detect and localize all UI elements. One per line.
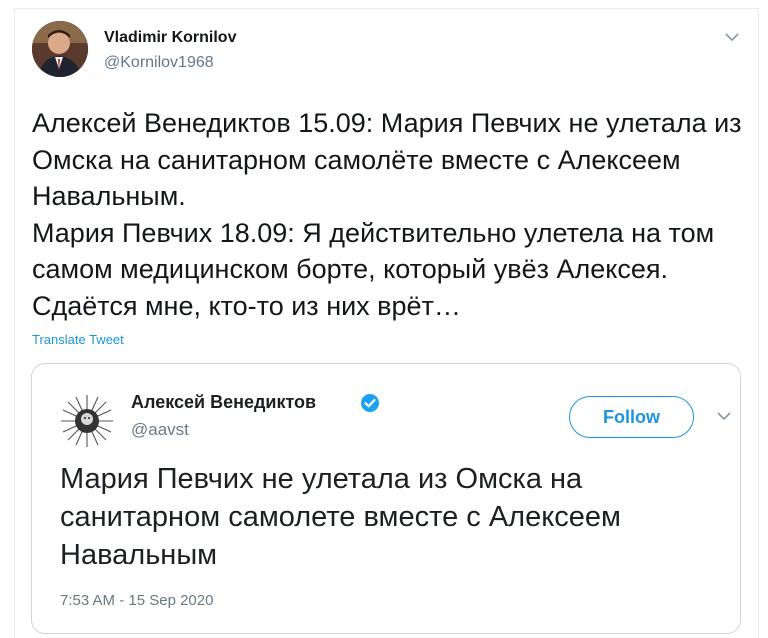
quoted-author-avatar[interactable] [58, 392, 116, 450]
quoted-tweet-text: Мария Певчих не улетала из Омска на сани… [60, 463, 621, 571]
verified-badge-icon [360, 393, 380, 413]
author-name[interactable]: Vladimir Kornilov [104, 29, 236, 47]
quoted-tweet-card[interactable]: Алексей Венедиктов @aavst Follow Мария П… [31, 363, 741, 634]
quoted-author-handle[interactable]: @aavst [131, 420, 189, 440]
author-handle[interactable]: @Kornilov1968 [104, 54, 214, 72]
author-avatar[interactable] [32, 21, 88, 77]
quoted-avatar-image [58, 392, 116, 450]
chevron-down-icon[interactable] [724, 29, 740, 45]
tweet-text-paragraph: Алексей Венедиктов 15.09: Мария Певчих н… [32, 108, 742, 211]
avatar-photo [32, 21, 88, 77]
follow-button[interactable]: Follow [569, 396, 694, 438]
translate-tweet-link[interactable]: Translate Tweet [32, 332, 124, 347]
tweet-text: Алексей Венедиктов 15.09: Мария Певчих н… [32, 105, 744, 324]
tweet-card: Vladimir Kornilov @Kornilov1968 Алексей … [14, 8, 759, 638]
tweet-text-paragraph: Мария Певчих 18.09: Я действительно улет… [32, 217, 715, 321]
quoted-tweet-timestamp[interactable]: 7:53 AM - 15 Sep 2020 [60, 592, 213, 609]
quoted-author-name[interactable]: Алексей Венедиктов [131, 392, 316, 413]
chevron-down-icon[interactable] [716, 408, 732, 424]
